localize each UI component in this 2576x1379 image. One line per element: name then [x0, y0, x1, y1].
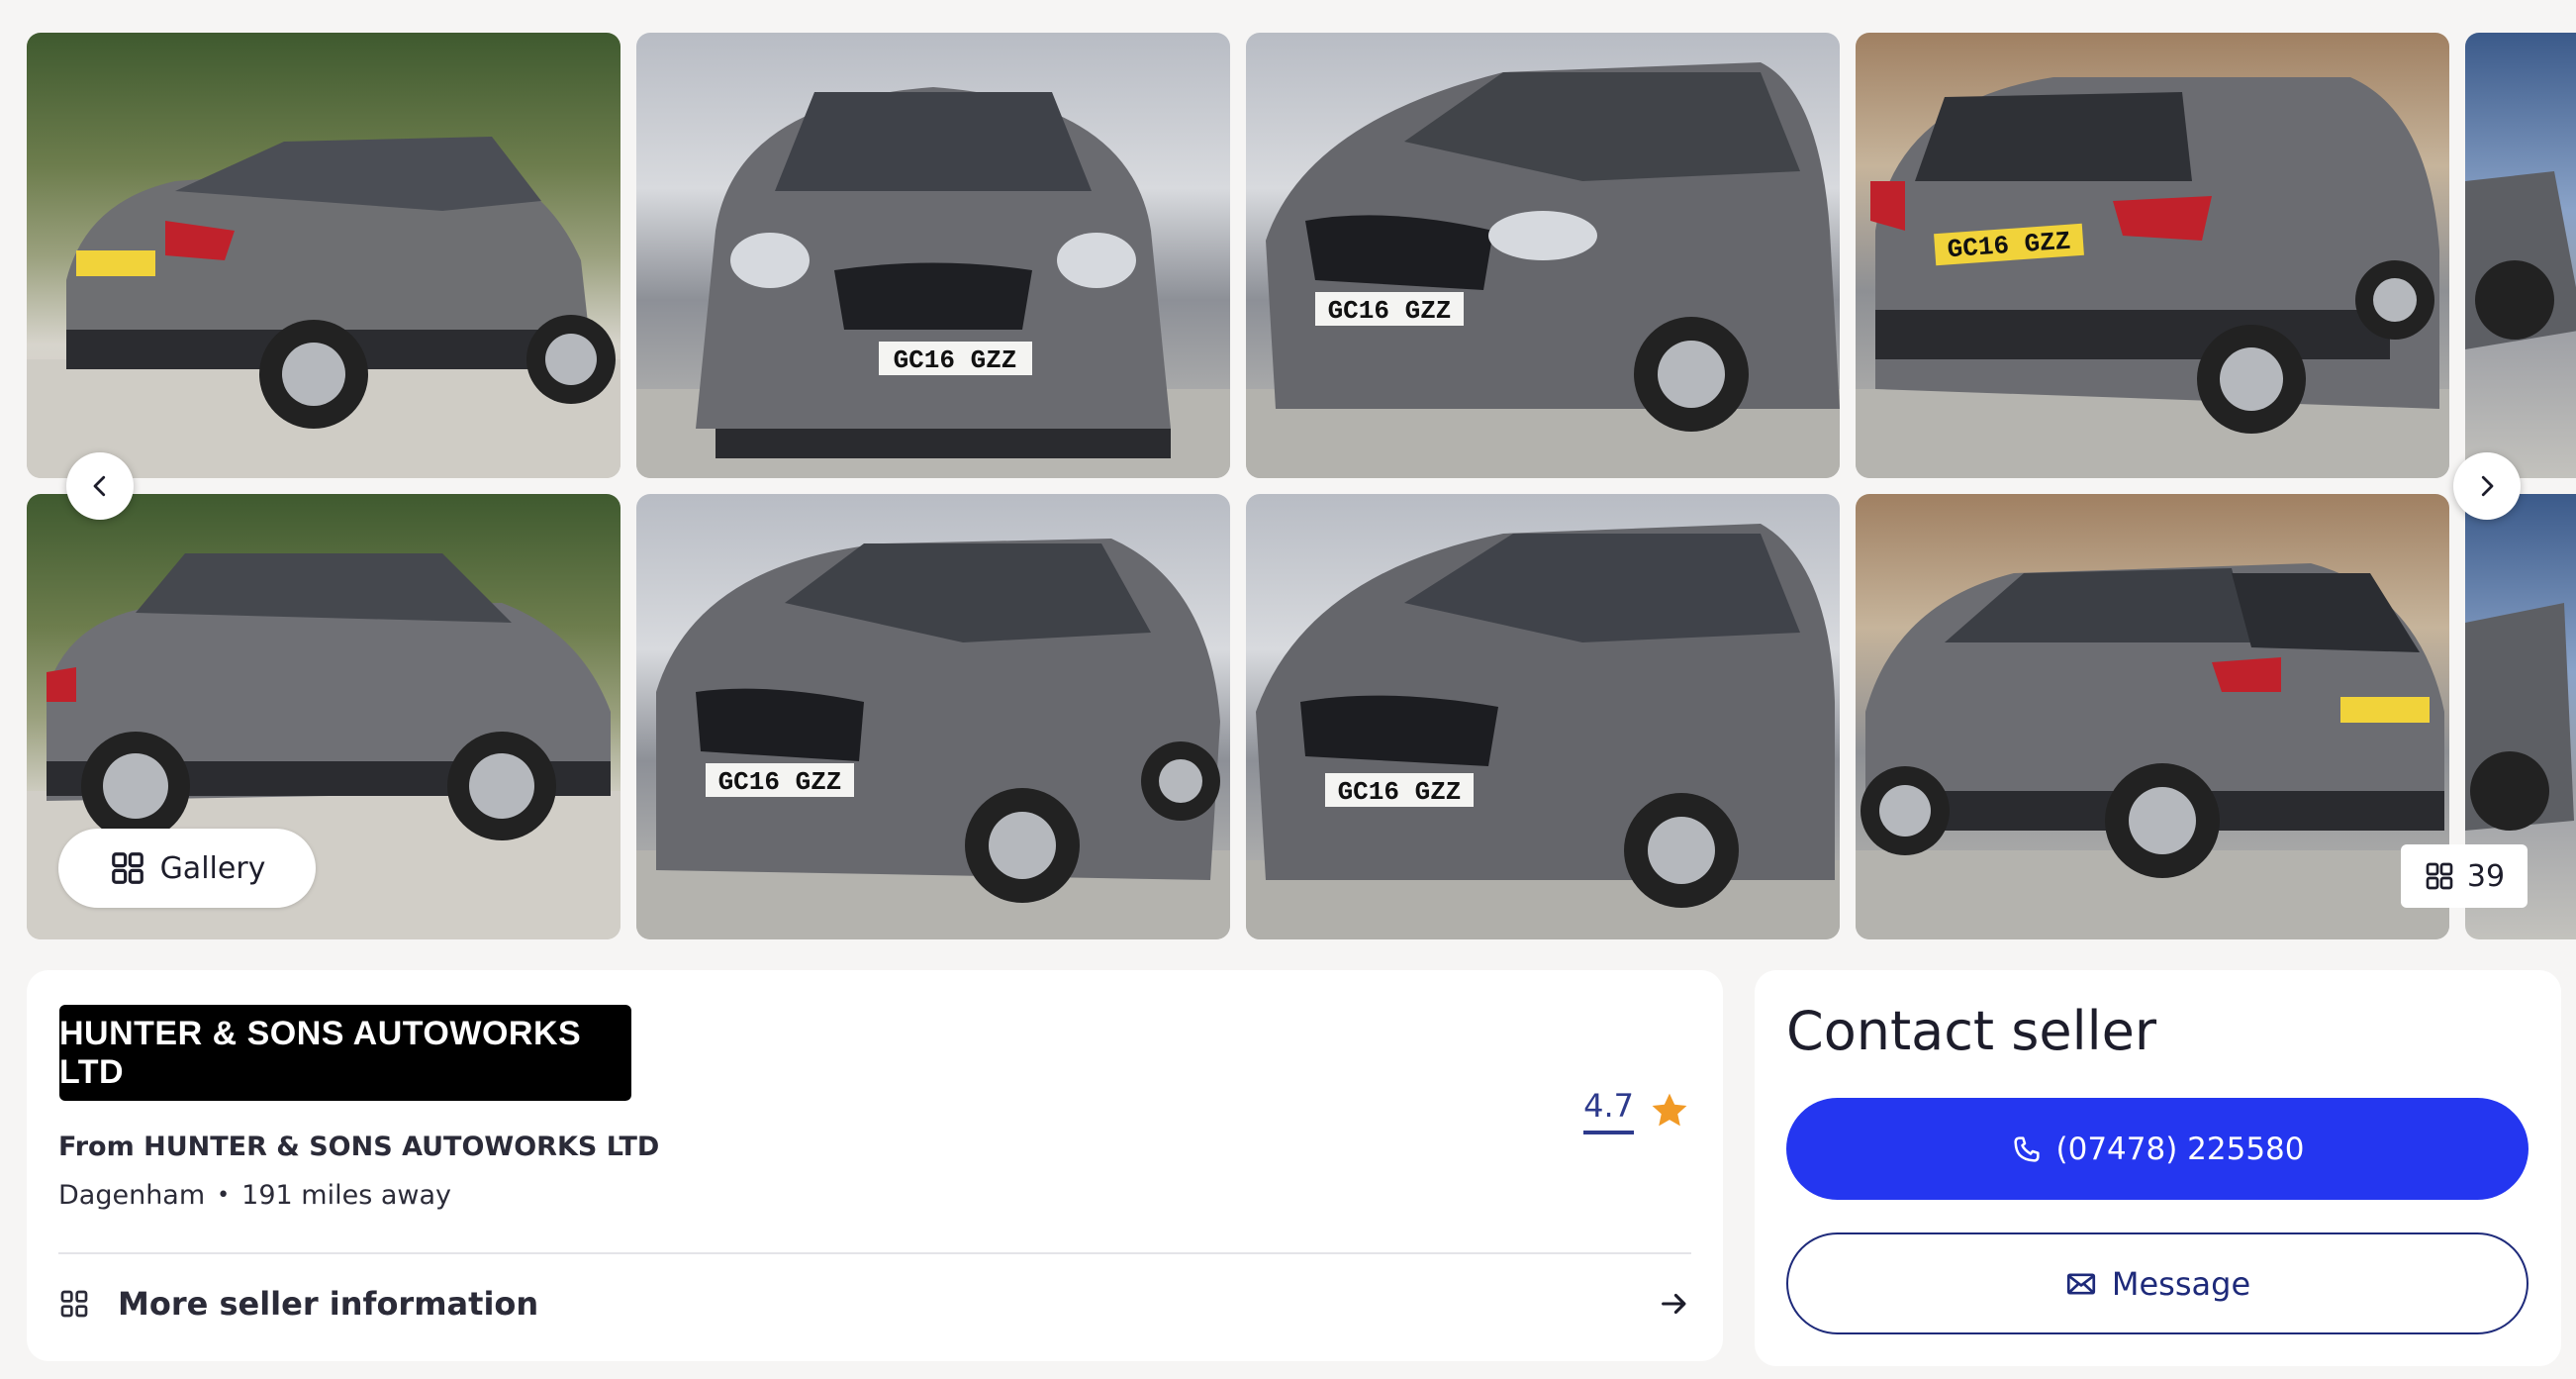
mail-icon: [2066, 1272, 2095, 1295]
plate-text: GC16 GZZ: [1328, 296, 1452, 326]
car-photo-7[interactable]: GC16 GZZ: [1246, 494, 1840, 939]
car-photo-4[interactable]: GC16 GZZ: [1856, 33, 2449, 478]
phone-number: (07478) 225580: [2055, 1131, 2305, 1167]
message-label: Message: [2111, 1264, 2251, 1303]
more-seller-info-link[interactable]: More seller information: [58, 1269, 1691, 1338]
seller-distance: 191 miles away: [241, 1180, 451, 1211]
gallery-button-label: Gallery: [159, 850, 266, 886]
seller-town: Dagenham: [58, 1180, 206, 1211]
photo-count-badge[interactable]: 39: [2401, 844, 2528, 908]
next-photo-button[interactable]: [2453, 452, 2521, 520]
plate-text: GC16 GZZ: [894, 345, 1017, 375]
car-photo-1[interactable]: [27, 33, 620, 478]
photo-count: 39: [2466, 858, 2506, 894]
call-seller-button[interactable]: (07478) 225580: [1786, 1098, 2528, 1200]
rating-value[interactable]: 4.7: [1583, 1087, 1634, 1134]
seller-card: HUNTER & SONS AUTOWORKS LTD 4.7 From HUN…: [27, 970, 1723, 1361]
seller-logo: HUNTER & SONS AUTOWORKS LTD: [59, 1005, 631, 1101]
chevron-left-icon: [93, 475, 106, 497]
car-photo-3[interactable]: GC16 GZZ: [1246, 33, 1840, 478]
grid-icon: [2426, 862, 2453, 890]
contact-card: Contact seller (07478) 225580 Message: [1755, 970, 2561, 1366]
more-seller-info-label: More seller information: [118, 1285, 539, 1323]
car-photo-6[interactable]: GC16 GZZ: [636, 494, 1230, 939]
divider: [58, 1252, 1691, 1254]
separator-dot: •: [217, 1183, 231, 1208]
plate-text: GC16 GZZ: [1338, 777, 1462, 807]
seller-location: Dagenham • 191 miles away: [58, 1180, 451, 1211]
photo-gallery: GC16 GZZ GC16 GZZ GC16 GZZ GC16 GZZ GC16…: [0, 0, 2576, 955]
arrow-right-icon: [1662, 1293, 1686, 1315]
message-seller-button[interactable]: Message: [1786, 1232, 2528, 1334]
gallery-button[interactable]: Gallery: [58, 829, 316, 908]
seller-rating[interactable]: 4.7: [1583, 1087, 1691, 1134]
car-photo-peek-1[interactable]: [2465, 33, 2576, 478]
chevron-right-icon: [2481, 475, 2494, 497]
car-photo-8[interactable]: [1856, 494, 2449, 939]
grid-icon: [111, 852, 143, 884]
car-photo-2[interactable]: GC16 GZZ: [636, 33, 1230, 478]
seller-from-label: From HUNTER & SONS AUTOWORKS LTD: [58, 1132, 660, 1162]
prev-photo-button[interactable]: [66, 452, 134, 520]
phone-icon: [2013, 1135, 2040, 1162]
plate-text: GC16 GZZ: [718, 767, 842, 797]
grid-icon: [60, 1290, 88, 1318]
star-icon: [1652, 1093, 1687, 1127]
seller-logo-text: HUNTER & SONS AUTOWORKS LTD: [59, 1014, 582, 1091]
contact-title: Contact seller: [1786, 1000, 2157, 1062]
